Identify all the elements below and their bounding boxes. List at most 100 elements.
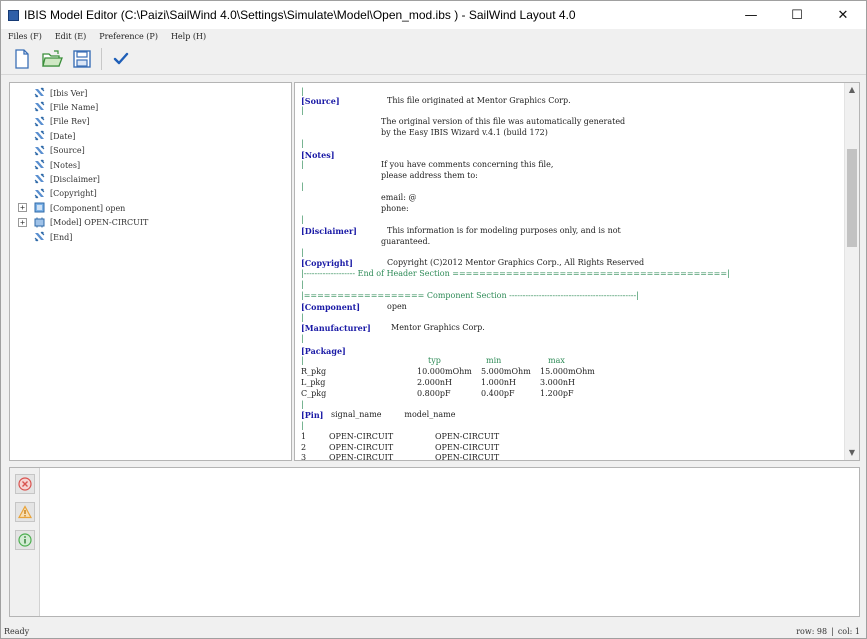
error-filter-button[interactable] [15,474,35,494]
gutter-bar: | [301,160,304,169]
keyword-notes: [Notes] [301,150,335,160]
maximize-button[interactable]: ☐ [774,1,820,29]
ibis-keyword-icon [34,87,45,98]
pin-model-name: OPEN-CIRCUIT [435,453,500,461]
pkg-min-value: 1.000nH [481,378,517,387]
warning-filter-button[interactable] [15,502,35,522]
info-filter-button[interactable] [15,530,35,550]
title-bar[interactable]: IBIS Model Editor (C:\Paizi\SailWind 4.0… [1,1,866,29]
gutter-bar: | [301,215,304,224]
warning-filter-icon [18,505,32,519]
menu-preference[interactable]: Preference (P) [99,32,158,41]
notes-phone: phone: [381,204,409,213]
ibis-keyword-icon [34,159,45,170]
error-filter-icon [18,477,32,491]
cursor-position: row: 98 | col: 1 [796,627,860,636]
gutter-bar: | [301,313,304,322]
tree-item[interactable]: [Ibis Ver] [10,86,290,100]
gutter-bar: | [301,139,304,148]
tree-item-label: [Disclaimer] [50,174,100,184]
tree-item[interactable]: [Disclaimer] [10,172,290,186]
pin-number: 1 [301,432,307,441]
tree-item[interactable]: [File Name] [10,100,290,114]
tree-item-label: [Notes] [50,160,81,170]
gutter-bar: | [301,248,304,257]
keyword-source: [Source] [301,96,340,106]
tree-item-label: [Ibis Ver] [50,88,88,98]
pin-number: 2 [301,442,307,452]
disclaimer-line-2: guaranteed. [381,237,431,246]
info-filter-icon [18,533,32,547]
pkg-header-max: max [548,356,565,365]
gutter-bar: | [301,334,304,343]
tree-expand-toggle[interactable]: + [18,217,27,227]
pkg-param-name: C_pkg [301,389,327,398]
ibis-text-editor[interactable]: | [Source] This file originated at Mento… [294,82,860,461]
source-text: This file originated at Mentor Graphics … [387,96,571,105]
menu-help[interactable]: Help (H) [171,32,206,41]
new-file-button[interactable] [9,46,35,72]
pkg-min-value: 0.400pF [481,389,515,398]
tree-item-label: [File Rev] [50,117,90,127]
pkg-header-typ: typ [428,356,441,365]
minimize-button[interactable]: — [728,1,774,29]
status-divider: | [831,626,834,636]
pin-column-headers: signal_name model_name [331,410,456,419]
menu-files[interactable]: Files (F) [8,32,42,41]
window-title: IBIS Model Editor (C:\Paizi\SailWind 4.0… [24,8,576,22]
ibis-keyword-icon [34,116,45,127]
tree-item[interactable]: [Notes] [10,158,290,172]
menu-edit[interactable]: Edit (E) [55,32,86,41]
pkg-typ-value: 10.000mOhm [417,367,472,376]
window-controls: — ☐ ✕ [728,1,866,29]
tree-expand-toggle[interactable]: + [18,203,27,213]
tree-item[interactable]: [Source] [10,144,290,158]
pkg-typ-value: 2.000nH [417,378,453,387]
tree-item[interactable]: [Date] [10,129,290,143]
tree-item[interactable]: [File Rev] [10,115,290,129]
pin-model-name: OPEN-CIRCUIT [435,432,500,441]
keyword-pin: [Pin] [301,410,324,420]
scroll-down-arrow-icon[interactable]: ▼ [845,446,859,460]
tree-item[interactable]: + [Component] open [10,201,290,215]
save-icon [73,50,91,68]
gutter-bar: | [301,87,304,96]
pkg-param-name: L_pkg [301,378,326,387]
check-button[interactable] [108,46,134,72]
component-section-rule: |================== Component Section --… [301,291,639,300]
keyword-manufacturer: [Manufacturer] [301,323,371,333]
scrollbar-thumb[interactable] [847,149,857,247]
pkg-max-value: 3.000nH [540,378,576,387]
tree-item[interactable]: [End] [10,230,290,244]
end-header-rule: |------------------- End of Header Secti… [301,269,730,278]
toolbar-separator [101,48,102,70]
ibis-keyword-icon [34,102,45,112]
gutter-bar: | [301,356,304,365]
ibis-keyword-icon [34,174,45,184]
scroll-up-arrow-icon[interactable]: ▲ [845,83,859,97]
new-file-icon [15,49,29,69]
tree-item-label: [Copyright] [50,189,97,199]
pin-signal-name: OPEN-CIRCUIT [329,432,394,441]
component-value: open [387,302,407,311]
tree-item[interactable]: [Copyright] [10,187,290,201]
ibis-keyword-icon [34,130,45,141]
tree-item[interactable]: + [Model] OPEN-CIRCUIT [10,216,290,230]
editor-vertical-scrollbar[interactable]: ▲ ▼ [844,83,859,460]
open-file-button[interactable] [39,46,65,72]
notes-email: email: @ [381,193,417,202]
ibis-keyword-icon [34,145,45,155]
save-button[interactable] [69,46,95,72]
pkg-min-value: 5.000mOhm [481,367,531,376]
keyword-tree[interactable]: [Ibis Ver] [File Name] [File Rev] [Date] [So… [9,82,292,461]
close-button[interactable]: ✕ [820,1,866,29]
messages-pane[interactable] [9,467,860,617]
ibis-keyword-icon [34,188,45,199]
keyword-component: [Component] [301,302,361,312]
gutter-bar: | [301,400,304,409]
component-icon [34,202,45,213]
gutter-bar: | [301,182,304,191]
status-col: col: 1 [837,626,860,636]
pin-signal-name: OPEN-CIRCUIT [329,453,394,461]
source-line-2: The original version of this file was au… [381,117,626,126]
